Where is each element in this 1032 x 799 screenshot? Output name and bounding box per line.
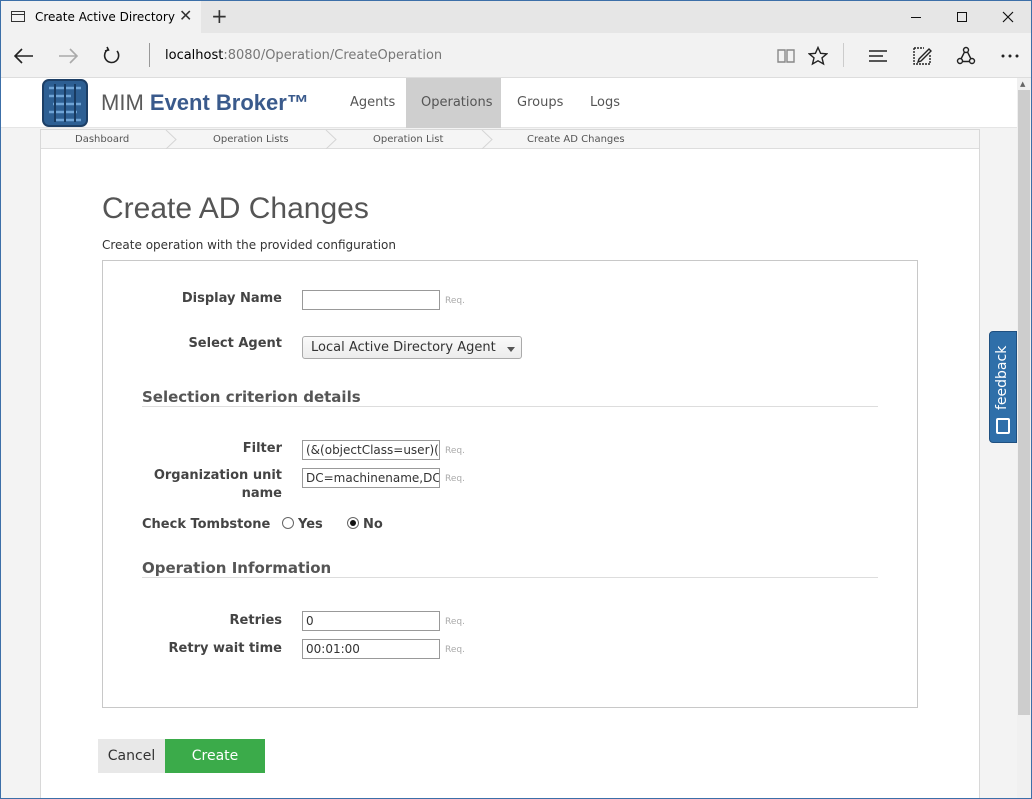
breadcrumb-chevron-icon [165, 130, 177, 149]
back-button[interactable] [9, 41, 39, 71]
breadcrumb-current: Create AD Changes [527, 134, 625, 145]
page-viewport: MIM Event Broker™ Agents Operations Grou… [1, 78, 1017, 798]
toolbar-separator [843, 43, 844, 67]
web-note-button[interactable] [907, 41, 937, 71]
agent-select-value: Local Active Directory Agent [311, 340, 496, 355]
page-icon [11, 11, 25, 22]
back-arrow-icon [14, 48, 33, 64]
breadcrumb-operation-list[interactable]: Operation List [373, 134, 443, 145]
nav-agents[interactable]: Agents [335, 78, 410, 128]
url-host: localhost [165, 48, 224, 63]
breadcrumb-chevron-icon [481, 130, 493, 149]
brand-name[interactable]: MIM Event Broker™ [101, 90, 309, 116]
new-tab-button[interactable]: + [211, 5, 228, 27]
breadcrumb: Dashboard Operation Lists Operation List… [41, 130, 979, 149]
minimize-button[interactable] [893, 1, 939, 33]
feedback-icon [996, 418, 1010, 434]
book-icon [777, 49, 795, 63]
feedback-label: feedback [994, 345, 1010, 410]
display-name-label: Display Name [181, 291, 282, 306]
maximize-button[interactable] [939, 1, 985, 33]
address-separator [149, 43, 150, 67]
section-operation-title: Operation Information [142, 559, 332, 577]
retries-required: Req. [445, 617, 465, 627]
reading-view-button[interactable] [771, 41, 801, 71]
create-button[interactable]: Create [165, 739, 265, 773]
filter-label: Filter [242, 441, 282, 456]
scroll-up-icon[interactable]: ▲ [1020, 80, 1025, 88]
ou-required: Req. [445, 474, 465, 484]
close-tab-icon[interactable]: ✕ [179, 8, 192, 24]
refresh-button[interactable] [97, 41, 127, 71]
favorite-button[interactable] [803, 41, 833, 71]
close-window-button[interactable] [985, 1, 1031, 33]
tab-title: Create Active Directory [35, 10, 175, 24]
logo-graphic [42, 79, 88, 127]
hub-icon [869, 50, 887, 62]
pen-icon [913, 47, 932, 65]
retry-wait-input[interactable]: 00:01:00 [302, 639, 440, 659]
address-toolbar: localhost:8080/Operation/CreateOperation [1, 33, 1031, 78]
share-button[interactable] [951, 41, 981, 71]
app-header: MIM Event Broker™ Agents Operations Grou… [1, 78, 1017, 128]
page-subtitle: Create operation with the provided confi… [102, 238, 396, 252]
breadcrumb-operation-lists[interactable]: Operation Lists [213, 134, 289, 145]
content-card: Dashboard Operation Lists Operation List… [40, 129, 980, 798]
vertical-scrollbar[interactable]: ▲ [1017, 78, 1031, 798]
breadcrumb-chevron-icon [325, 130, 337, 149]
address-bar[interactable]: localhost:8080/Operation/CreateOperation [165, 48, 442, 63]
url-path: :8080/Operation/CreateOperation [223, 48, 443, 63]
star-icon [808, 46, 828, 66]
nav-operations[interactable]: Operations [406, 78, 501, 128]
logo-icon[interactable] [41, 78, 89, 128]
filter-input[interactable]: (&(objectClass=user)(obj [302, 440, 440, 460]
agent-select[interactable]: Local Active Directory Agent [302, 336, 522, 359]
chevron-down-icon [507, 347, 515, 352]
feedback-tab[interactable]: feedback [989, 331, 1017, 443]
tombstone-label: Check Tombstone [142, 517, 271, 532]
operation-form: Display Name Req. Select Agent Local Act… [102, 260, 918, 708]
breadcrumb-dashboard[interactable]: Dashboard [75, 134, 129, 145]
nav-groups[interactable]: Groups [502, 78, 578, 128]
brand-prefix: MIM [101, 90, 144, 115]
ou-input[interactable]: DC=machinename,DC=lo [302, 468, 440, 488]
tab-strip: Create Active Directory ✕ + [1, 1, 1031, 33]
ou-label: Organization unit name [122, 467, 282, 503]
nav-logs[interactable]: Logs [575, 78, 635, 128]
tombstone-yes-radio[interactable] [282, 517, 294, 529]
scroll-thumb[interactable] [1018, 90, 1030, 715]
retries-input[interactable]: 0 [302, 611, 440, 631]
retry-wait-required: Req. [445, 645, 465, 655]
forward-button[interactable] [53, 41, 83, 71]
section-divider [142, 406, 878, 407]
close-icon [1002, 11, 1014, 23]
display-name-required: Req. [445, 296, 465, 306]
section-divider [142, 577, 878, 578]
tombstone-no-label[interactable]: No [363, 517, 383, 532]
maximize-icon [957, 12, 967, 22]
select-agent-label: Select Agent [188, 336, 282, 351]
hub-button[interactable] [863, 41, 893, 71]
ou-label-line2: name [241, 486, 282, 501]
refresh-icon [103, 46, 120, 64]
display-name-input[interactable] [302, 290, 440, 310]
more-button[interactable] [995, 41, 1025, 71]
browser-window: Create Active Directory ✕ + localhost:80… [0, 0, 1032, 799]
ou-label-line1: Organization unit [153, 468, 282, 483]
retries-label: Retries [229, 613, 282, 628]
retry-wait-label: Retry wait time [168, 641, 282, 656]
filter-required: Req. [445, 446, 465, 456]
tombstone-no-radio[interactable] [347, 517, 359, 529]
share-icon [956, 46, 976, 65]
section-selection-title: Selection criterion details [142, 388, 361, 406]
brand-title: Event Broker™ [149, 90, 309, 115]
more-icon [1001, 54, 1019, 58]
tombstone-yes-label[interactable]: Yes [298, 517, 323, 532]
page-title: Create AD Changes [102, 192, 369, 225]
forward-arrow-icon [59, 48, 78, 64]
minimize-icon [911, 16, 921, 18]
cancel-button[interactable]: Cancel [98, 739, 165, 773]
browser-tab[interactable]: Create Active Directory ✕ [1, 1, 201, 33]
